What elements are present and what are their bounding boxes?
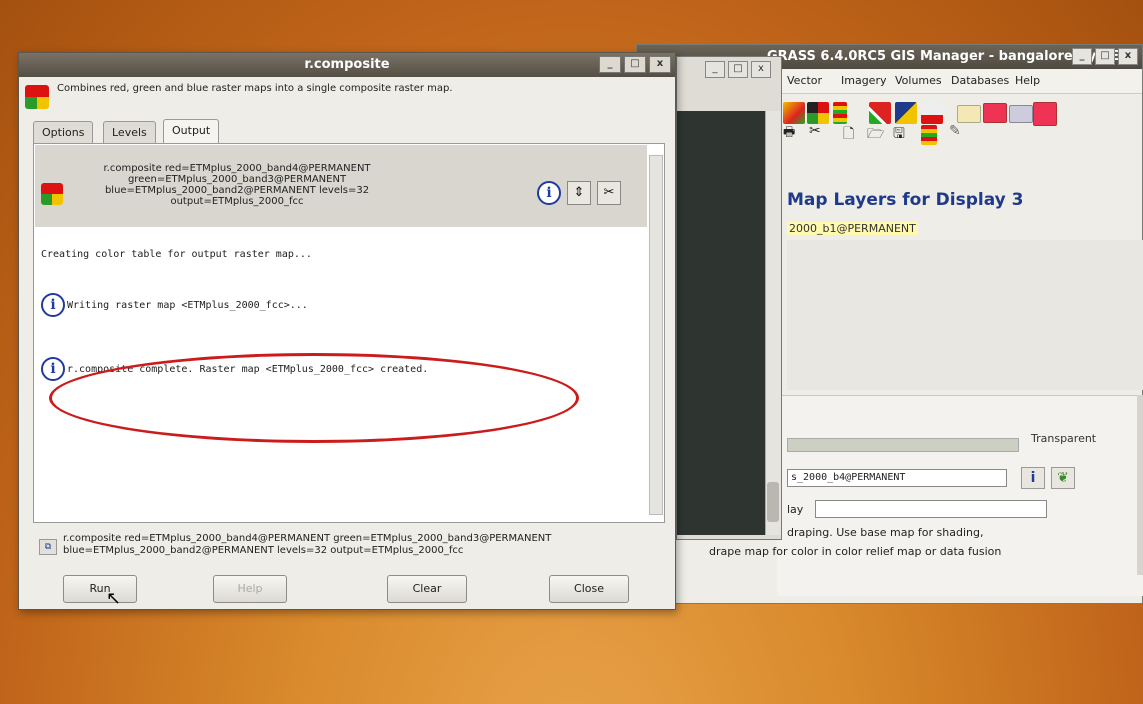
terminal-area (677, 111, 765, 535)
overlay-input[interactable] (815, 500, 1047, 518)
command-line-2: green=ETMplus_2000_band3@PERMANENT (127, 174, 347, 185)
close-button[interactable]: x (649, 56, 671, 73)
layer-tree-panel (787, 240, 1143, 390)
help-button[interactable]: Help (213, 575, 287, 603)
transparent-label: Transparent (1031, 432, 1097, 445)
minimize-button[interactable]: _ (599, 56, 621, 73)
info-icon: i (41, 357, 65, 381)
copy-command-button[interactable]: ⇕ (567, 181, 591, 205)
rgb-layer-icon[interactable] (807, 102, 829, 124)
status-command: r.composite red=ETMplus_2000_band4@PERMA… (63, 533, 663, 557)
legend-icon[interactable] (833, 102, 847, 124)
map-layer-icon[interactable] (895, 102, 917, 124)
output-line-writing: Writing raster map <ETMplus_2000_fcc>... (67, 300, 308, 311)
info-icon[interactable]: i (1021, 467, 1045, 489)
edit-icon[interactable]: ✎ (949, 123, 961, 139)
color-table-icon[interactable] (921, 125, 937, 145)
text-label-icon[interactable] (957, 105, 981, 123)
scrollbar-thumb[interactable] (767, 482, 779, 522)
minimize-button[interactable]: _ (705, 61, 725, 78)
raster-map-field[interactable]: s_2000_b4@PERMANENT (787, 469, 1007, 487)
raster-icon[interactable] (783, 102, 805, 124)
fxp-map-icon[interactable] (1033, 102, 1057, 126)
command-line-4: output=ETMplus_2000_fcc (170, 196, 304, 207)
layer-item[interactable]: 2000_b1@PERMANENT (787, 222, 918, 235)
output-line-color-table: Creating color table for output raster m… (41, 249, 312, 260)
r-composite-dialog: r.composite _ □ x Combines red, green an… (18, 52, 676, 610)
info-icon: i (41, 293, 65, 317)
save-icon[interactable]: 🖫 (893, 123, 905, 147)
module-description: Combines red, green and blue raster maps… (57, 83, 453, 94)
command-text: r.composite red=ETMplus_2000_band4@PERMA… (67, 163, 407, 207)
scale-icon[interactable] (1009, 105, 1033, 123)
fxp-icon[interactable] (983, 103, 1007, 123)
command-line-3: blue=ETMplus_2000_band2@PERMANENT levels… (104, 185, 370, 196)
menu-volumes[interactable]: Volumes (895, 74, 942, 87)
copy-icon[interactable]: ⧉ (39, 539, 57, 555)
status-line-2: blue=ETMplus_2000_band2@PERMANENT levels… (63, 545, 464, 556)
overlay-label: lay (787, 503, 804, 516)
maximize-button[interactable]: □ (728, 61, 748, 78)
new-file-icon[interactable]: 🗋 (843, 123, 854, 147)
layer-panel-title: Map Layers for Display 3 (787, 190, 1024, 210)
drape-help-text-1: draping. Use base map for shading, (787, 526, 984, 539)
command-line-1: r.composite red=ETMplus_2000_band4@PERMA… (103, 163, 371, 174)
clear-button[interactable]: Clear (387, 575, 467, 603)
menu-help[interactable]: Help (1015, 74, 1040, 87)
close-button[interactable]: x (1118, 48, 1138, 65)
run-button[interactable]: Run (63, 575, 137, 603)
layer-options-panel (777, 395, 1143, 596)
secondary-window: _ □ x (676, 56, 782, 540)
transparency-slider[interactable] (787, 438, 1019, 452)
status-line-1: r.composite red=ETMplus_2000_band4@PERMA… (63, 533, 552, 544)
minimize-button[interactable]: _ (1072, 48, 1092, 65)
chart-icon[interactable] (921, 102, 943, 124)
tab-output[interactable]: Output (163, 119, 220, 143)
module-icon (25, 85, 49, 109)
gis-scrollbar[interactable] (1137, 395, 1143, 575)
dialog-title: r.composite (304, 57, 390, 72)
menu-databases[interactable]: Databases (951, 74, 1009, 87)
tab-levels[interactable]: Levels (103, 121, 156, 143)
scrollbar[interactable] (765, 111, 781, 535)
drape-help-text-2: drape map for color in color relief map … (709, 545, 1002, 558)
close-button[interactable]: Close (549, 575, 629, 603)
close-button[interactable]: x (751, 61, 771, 78)
menu-imagery[interactable]: Imagery (841, 74, 886, 87)
mouse-cursor-icon: ↖ (106, 588, 122, 609)
info-icon[interactable]: i (537, 181, 561, 205)
output-scrollbar[interactable] (649, 155, 663, 515)
query-icon[interactable]: ❦ (1051, 467, 1075, 489)
clear-output-button[interactable]: ✂ (597, 181, 621, 205)
module-icon (41, 183, 63, 205)
vector-icon[interactable] (869, 102, 891, 124)
menu-vector[interactable]: Vector (787, 74, 822, 87)
print-icon[interactable]: 🖶 (783, 123, 795, 145)
highlight-ellipse (49, 353, 579, 443)
dialog-titlebar[interactable]: r.composite _ □ x (19, 53, 675, 77)
command-status-bar: ⧉ r.composite red=ETMplus_2000_band4@PER… (33, 533, 665, 565)
maximize-button[interactable]: □ (1095, 48, 1115, 65)
cut-icon[interactable]: ✂ (809, 123, 821, 139)
open-folder-icon[interactable]: 🗁 (867, 123, 884, 147)
maximize-button[interactable]: □ (624, 56, 646, 73)
tab-options[interactable]: Options (33, 121, 94, 143)
